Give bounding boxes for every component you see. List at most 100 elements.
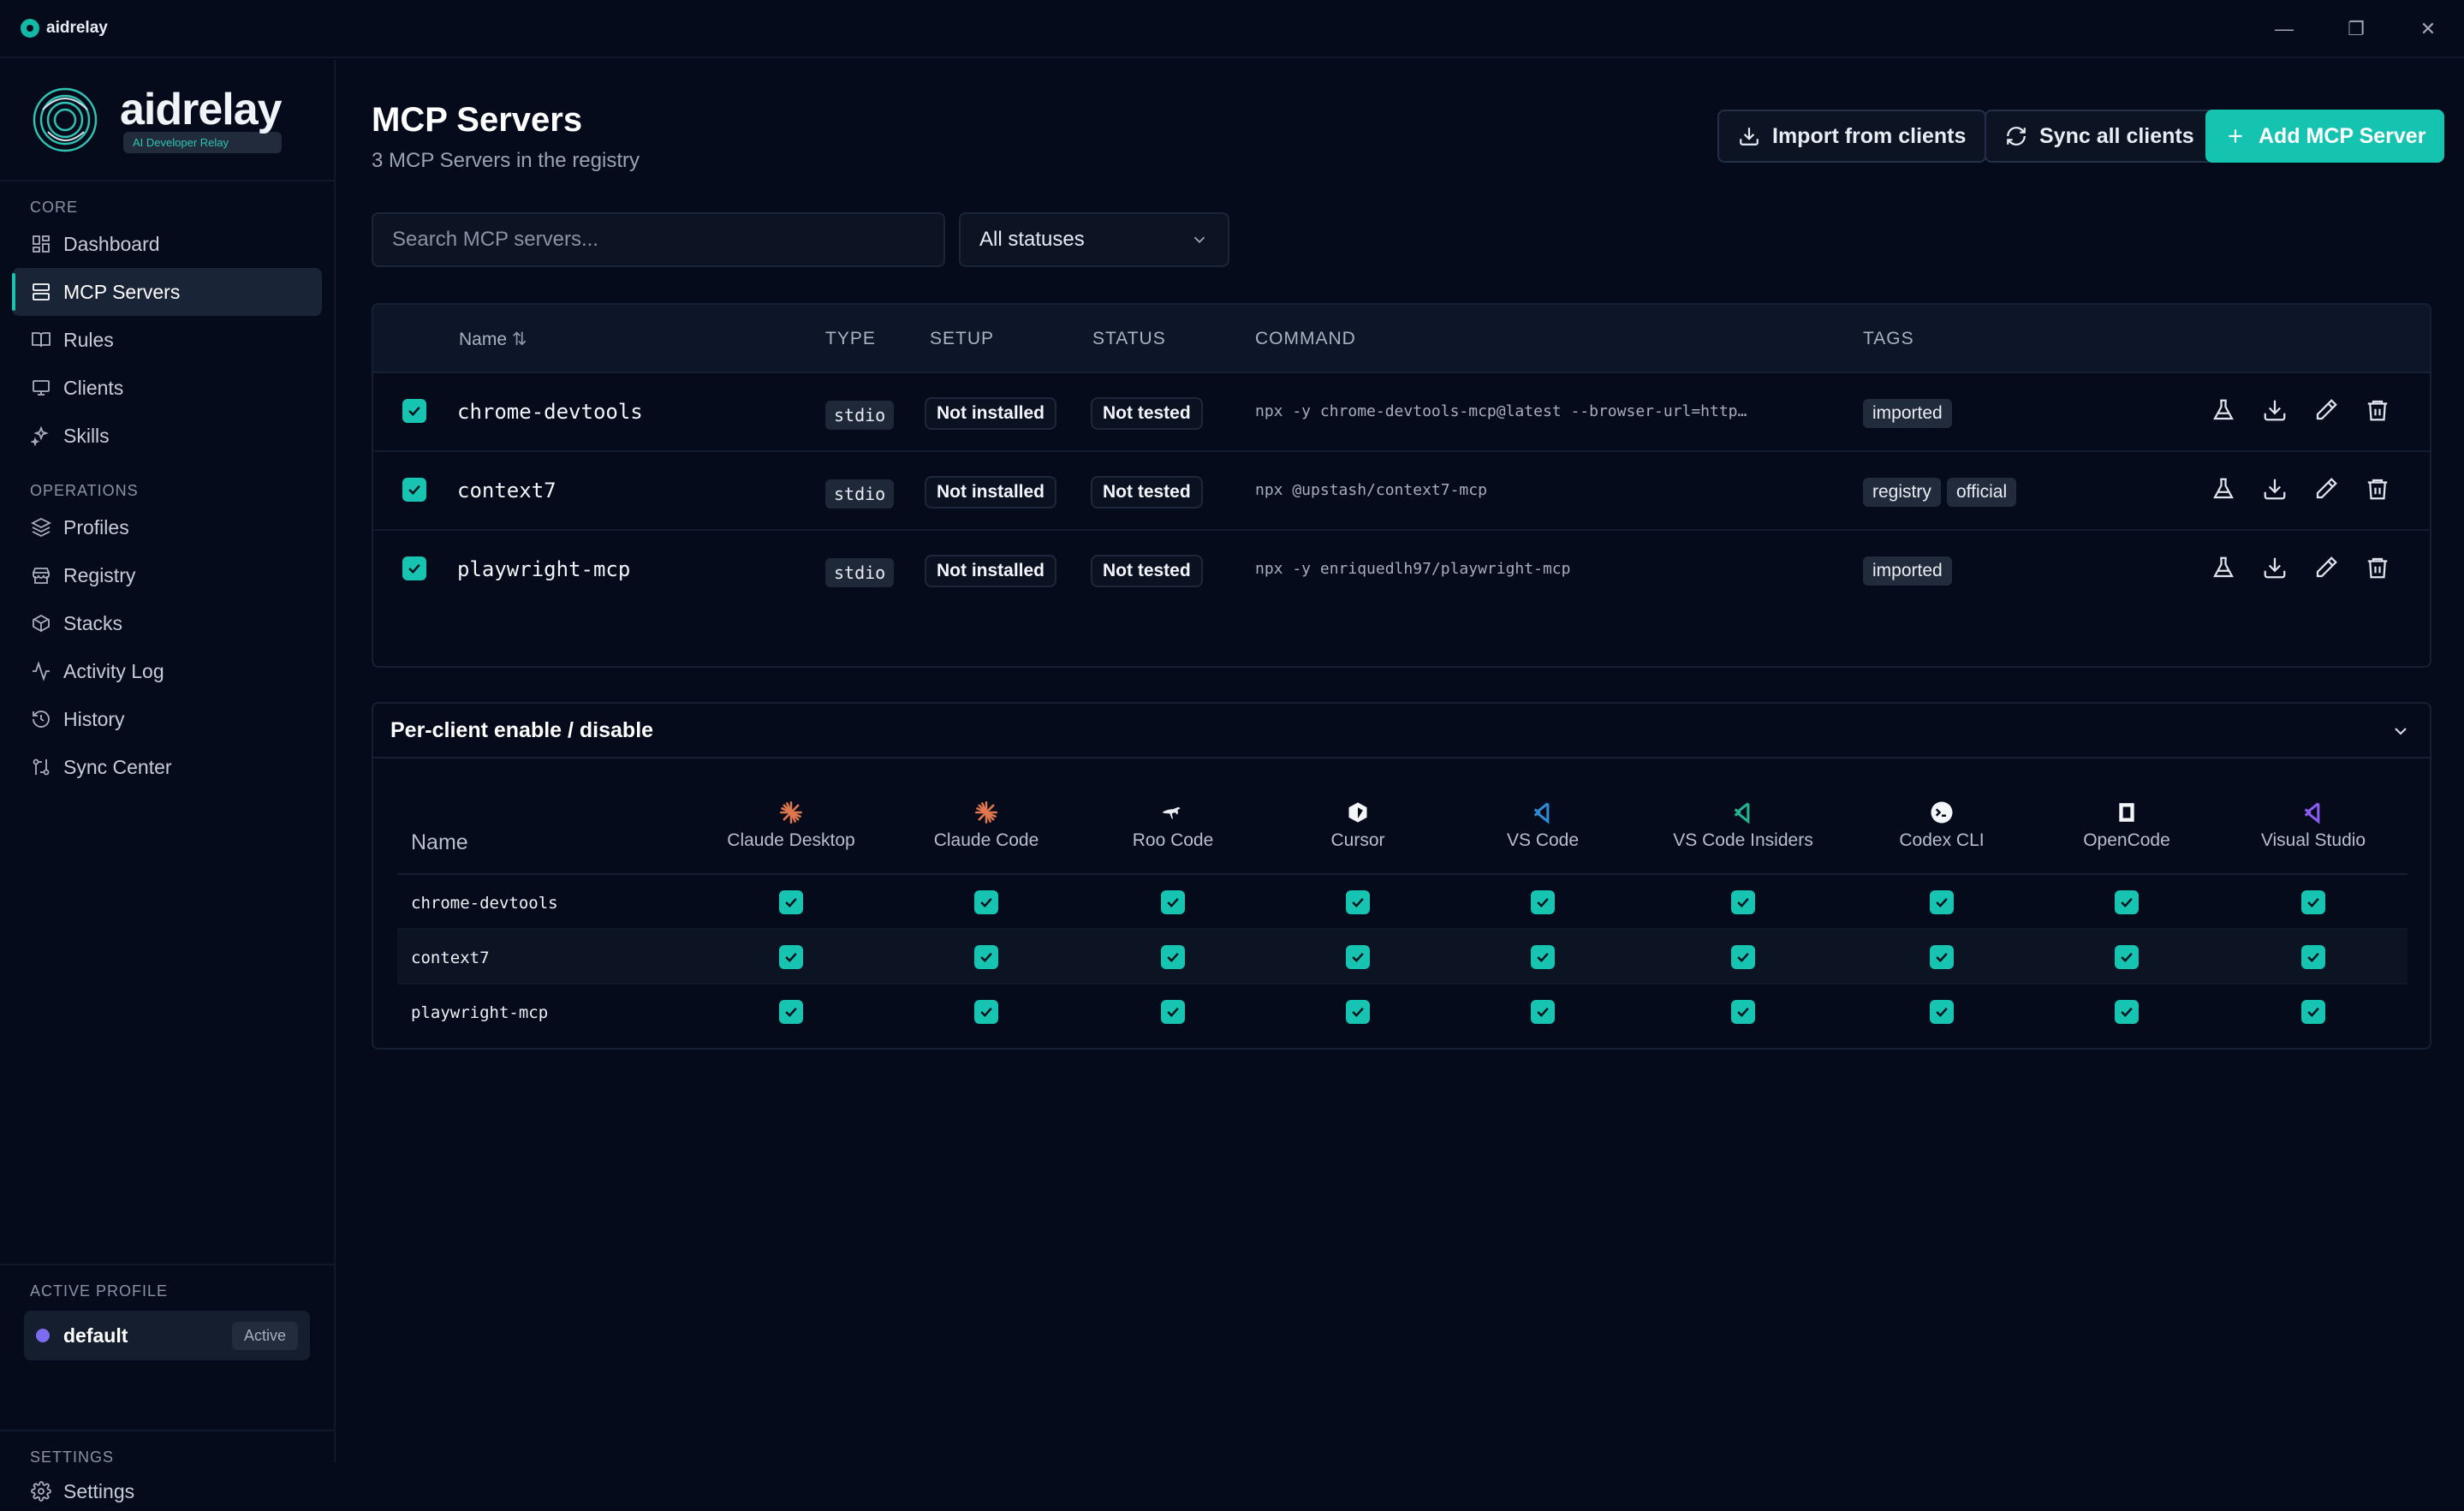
edit-pencil-icon[interactable] (2313, 476, 2339, 502)
client-enable-checkbox[interactable] (1346, 1000, 1370, 1024)
install-download-icon[interactable] (2262, 476, 2288, 502)
check-icon (2121, 1007, 2133, 1017)
check-icon (1936, 1007, 1948, 1017)
edit-pencil-icon[interactable] (2313, 555, 2339, 580)
client-enable-checkbox[interactable] (1731, 945, 1755, 969)
client-enable-checkbox[interactable] (1731, 1000, 1755, 1024)
client-label: Cursor (1330, 830, 1385, 850)
client-enable-checkbox[interactable] (1346, 890, 1370, 914)
test-flask-icon[interactable] (2211, 397, 2236, 423)
check-icon (785, 897, 797, 907)
client-enable-checkbox[interactable] (1161, 1000, 1185, 1024)
sidebar: aidrelay AI Developer Relay CORE Dashboa… (0, 60, 336, 1502)
client-enable-checkbox[interactable] (2301, 1000, 2325, 1024)
sidebar-item-registry[interactable]: Registry (12, 551, 322, 599)
window-controls: — ❐ ✕ (2248, 0, 2464, 58)
minimize-icon[interactable]: — (2248, 0, 2320, 58)
app-name: aidrelay (46, 19, 108, 37)
chevron-down-icon[interactable] (2390, 721, 2411, 741)
client-matrix: Name Claude Desktop Claude Code Roo Code… (397, 786, 2407, 1039)
add-mcp-server-button[interactable]: Add MCP Server (2205, 110, 2445, 163)
check-icon (2307, 952, 2319, 962)
test-flask-icon[interactable] (2211, 555, 2236, 580)
client-enable-checkbox[interactable] (1346, 945, 1370, 969)
client-label: VS Code Insiders (1673, 830, 1813, 850)
sync-all-clients-button[interactable]: Sync all clients (1985, 110, 2215, 163)
table-row[interactable]: context7 stdio Not installed Not tested … (373, 452, 2430, 531)
restore-icon[interactable]: ❐ (2320, 0, 2392, 58)
column-name-sortable[interactable]: Name ⇅ (459, 329, 527, 350)
add-button-label: Add MCP Server (2259, 123, 2426, 148)
row-checkbox[interactable] (402, 478, 426, 502)
check-icon (1936, 952, 1948, 962)
client-enable-checkbox[interactable] (974, 945, 998, 969)
section-label-active-profile: ACTIVE PROFILE (30, 1282, 169, 1300)
check-icon (408, 563, 420, 574)
client-label: Claude Desktop (727, 830, 855, 850)
import-from-clients-button[interactable]: Import from clients (1717, 110, 1987, 163)
install-download-icon[interactable] (2262, 397, 2288, 423)
client-vs-code: VS Code (1457, 800, 1628, 851)
client-enable-checkbox[interactable] (2115, 1000, 2139, 1024)
edit-pencil-icon[interactable] (2313, 397, 2339, 423)
vscode-icon (1533, 802, 1550, 824)
test-flask-icon[interactable] (2211, 476, 2236, 502)
client-enable-checkbox[interactable] (2115, 945, 2139, 969)
search-input[interactable] (372, 212, 945, 267)
client-enable-checkbox[interactable] (1531, 1000, 1555, 1024)
client-enable-checkbox[interactable] (974, 890, 998, 914)
sidebar-item-stacks[interactable]: Stacks (12, 599, 322, 647)
close-icon[interactable]: ✕ (2392, 0, 2464, 58)
client-enable-checkbox[interactable] (1531, 945, 1555, 969)
row-checkbox[interactable] (402, 399, 426, 423)
status-filter-select[interactable]: All statuses (959, 212, 1229, 267)
client-label: Codex CLI (1899, 830, 1985, 850)
delete-trash-icon[interactable] (2365, 476, 2390, 502)
client-enable-checkbox[interactable] (779, 890, 803, 914)
client-enable-checkbox[interactable] (1930, 1000, 1954, 1024)
client-enable-checkbox[interactable] (1930, 945, 1954, 969)
delete-trash-icon[interactable] (2365, 397, 2390, 423)
brand-logo-icon (33, 87, 98, 152)
client-enable-checkbox[interactable] (1731, 890, 1755, 914)
active-profile-selector[interactable]: default Active (24, 1311, 310, 1360)
client-enable-checkbox[interactable] (779, 945, 803, 969)
history-icon (33, 711, 50, 728)
client-enable-checkbox[interactable] (1161, 945, 1185, 969)
per-client-title: Per-client enable / disable (390, 717, 654, 742)
client-enable-checkbox[interactable] (2301, 890, 2325, 914)
logo-icon (21, 19, 39, 38)
setup-badge: Not installed (925, 555, 1057, 587)
delete-trash-icon[interactable] (2365, 555, 2390, 580)
client-enable-checkbox[interactable] (974, 1000, 998, 1024)
row-checkbox[interactable] (402, 556, 426, 580)
sidebar-item-skills[interactable]: Skills (12, 412, 322, 460)
column-setup: SETUP (930, 329, 995, 348)
sidebar-item-mcp-servers[interactable]: MCP Servers (12, 268, 322, 316)
sidebar-item-history[interactable]: History (12, 695, 322, 743)
table-row[interactable]: playwright-mcp stdio Not installed Not t… (373, 531, 2430, 610)
settings-section: SETTINGS Settings (0, 1430, 334, 1511)
sidebar-item-profiles[interactable]: Profiles (12, 503, 322, 551)
claude-icon (975, 801, 997, 824)
client-enable-checkbox[interactable] (779, 1000, 803, 1024)
sidebar-item-rules[interactable]: Rules (12, 316, 322, 364)
sidebar-item-sync-center[interactable]: Sync Center (12, 743, 322, 791)
client-enable-checkbox[interactable] (1930, 890, 1954, 914)
check-icon (785, 952, 797, 962)
client-enable-checkbox[interactable] (2115, 890, 2139, 914)
sidebar-item-activity-log[interactable]: Activity Log (12, 647, 322, 695)
book-icon (32, 332, 51, 348)
sidebar-item-dashboard[interactable]: Dashboard (12, 220, 322, 268)
command-text: npx @upstash/context7-mcp (1255, 481, 1487, 499)
client-enable-checkbox[interactable] (1531, 890, 1555, 914)
per-client-panel-header[interactable]: Per-client enable / disable (373, 704, 2430, 758)
sidebar-item-settings[interactable]: Settings (12, 1472, 322, 1511)
sidebar-item-clients[interactable]: Clients (12, 364, 322, 412)
table-row[interactable]: chrome-devtools stdio Not installed Not … (373, 373, 2430, 452)
client-enable-checkbox[interactable] (2301, 945, 2325, 969)
claude-icon (780, 801, 802, 824)
client-enable-checkbox[interactable] (1161, 890, 1185, 914)
import-button-label: Import from clients (1772, 123, 1967, 148)
install-download-icon[interactable] (2262, 555, 2288, 580)
